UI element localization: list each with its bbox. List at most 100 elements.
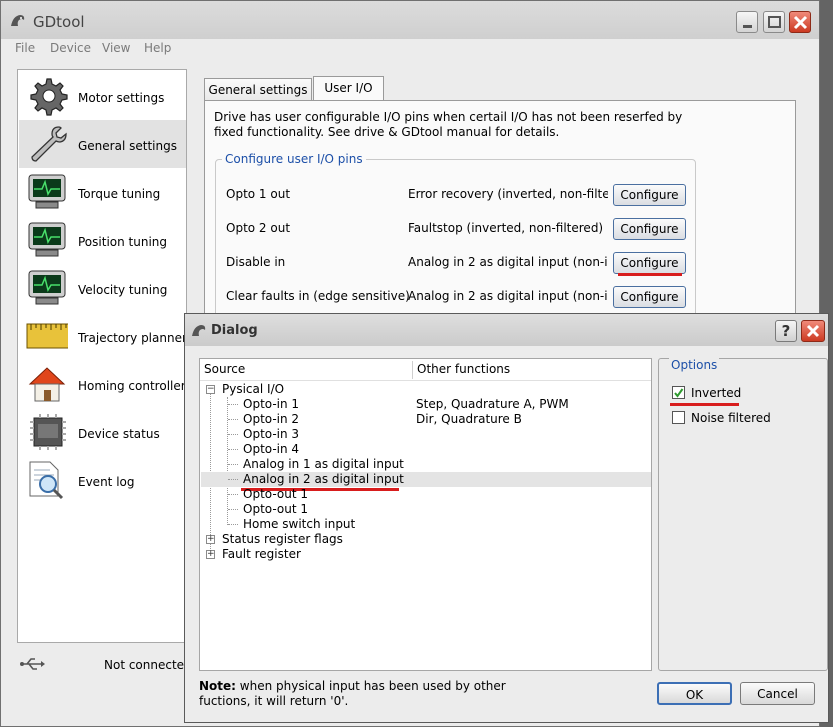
column-source[interactable]: Source bbox=[204, 362, 245, 376]
title-bar: GDtool bbox=[1, 1, 819, 39]
sidebar-item-label: Motor settings bbox=[78, 91, 165, 105]
sidebar-item-label: Event log bbox=[78, 475, 135, 489]
inverted-label[interactable]: Inverted bbox=[691, 386, 741, 400]
usb-icon bbox=[20, 658, 45, 670]
tree-node-opto-in-2[interactable]: Opto-in 2 bbox=[243, 412, 299, 427]
maximize-icon bbox=[768, 16, 781, 28]
tree-node-analog-in-2[interactable]: Analog in 2 as digital input bbox=[243, 472, 404, 487]
tree-line bbox=[228, 449, 238, 450]
app-title: GDtool bbox=[33, 13, 85, 31]
tree-node-fault-register[interactable]: Fault register bbox=[222, 547, 301, 562]
io-row-name: Opto 2 out bbox=[226, 221, 291, 235]
sidebar-item-general-settings[interactable]: General settings bbox=[19, 120, 186, 168]
user-io-panel: Drive has user configurable I/O pins whe… bbox=[204, 100, 796, 339]
sidebar-item-device-status[interactable]: Device status bbox=[19, 408, 186, 456]
inverted-checkbox[interactable] bbox=[672, 386, 685, 399]
cancel-button[interactable]: Cancel bbox=[740, 682, 815, 705]
configure-disable-button[interactable]: Configure bbox=[613, 252, 686, 274]
expand-icon[interactable]: + bbox=[206, 535, 215, 544]
sidebar-item-trajectory-planner[interactable]: Trajectory planner bbox=[19, 312, 187, 360]
tree-node-physical-io[interactable]: Pysical I/O bbox=[222, 382, 284, 397]
tree-line bbox=[228, 494, 238, 495]
close-icon bbox=[793, 15, 808, 30]
highlight-underline bbox=[618, 273, 682, 276]
expand-icon[interactable]: + bbox=[206, 550, 215, 559]
tree-line bbox=[227, 397, 228, 525]
menu-device[interactable]: Device bbox=[50, 41, 91, 55]
sidebar-item-label: Device status bbox=[78, 427, 160, 441]
tree-node-opto-in-3[interactable]: Opto-in 3 bbox=[243, 427, 299, 442]
options-title: Options bbox=[669, 358, 720, 372]
tree-node-home-switch[interactable]: Home switch input bbox=[243, 517, 355, 532]
io-pin-group: Configure user I/O pins Opto 1 out Error… bbox=[215, 152, 696, 339]
tree-node-opto-out-1b[interactable]: Opto-out 1 bbox=[243, 502, 308, 517]
configure-dialog: Dialog ? Source Other functions − Pysica… bbox=[184, 313, 829, 723]
help-button[interactable]: ? bbox=[775, 320, 797, 342]
tab-general-settings[interactable]: General settings bbox=[204, 78, 312, 102]
column-separator bbox=[412, 361, 413, 379]
source-tree[interactable]: Source Other functions − Pysical I/O Opt… bbox=[199, 358, 652, 671]
tree-node-status-register[interactable]: Status register flags bbox=[222, 532, 343, 547]
sidebar-item-torque-tuning[interactable]: Torque tuning bbox=[19, 168, 186, 216]
sidebar-item-label: Position tuning bbox=[78, 235, 168, 249]
sidebar: Motor settings General settings Torque t… bbox=[17, 69, 187, 643]
column-other-functions[interactable]: Other functions bbox=[417, 362, 510, 376]
tab-user-io[interactable]: User I/O bbox=[313, 76, 384, 102]
sidebar-item-velocity-tuning[interactable]: Velocity tuning bbox=[19, 264, 186, 312]
sidebar-item-label: General settings bbox=[78, 139, 177, 153]
tree-line bbox=[228, 509, 238, 510]
sidebar-item-position-tuning[interactable]: Position tuning bbox=[19, 216, 186, 264]
tree-line bbox=[228, 419, 238, 420]
tree-node-opto-in-4[interactable]: Opto-in 4 bbox=[243, 442, 299, 457]
noise-filtered-label[interactable]: Noise filtered bbox=[691, 411, 771, 425]
sidebar-item-motor-settings[interactable]: Motor settings bbox=[19, 72, 186, 120]
io-row-name: Opto 1 out bbox=[226, 187, 291, 201]
noise-filtered-checkbox[interactable] bbox=[672, 411, 685, 424]
other-functions-value: Dir, Quadrature B bbox=[416, 412, 522, 426]
app-logo-icon bbox=[192, 325, 206, 336]
tree-line bbox=[228, 434, 238, 435]
minimize-button[interactable] bbox=[736, 11, 758, 33]
io-group-title: Configure user I/O pins bbox=[222, 152, 366, 166]
house-icon bbox=[28, 367, 66, 402]
sidebar-item-label: Velocity tuning bbox=[78, 283, 168, 297]
configure-clear-faults-button[interactable]: Configure bbox=[613, 286, 686, 308]
monitor-icon bbox=[28, 270, 66, 305]
dialog-note: Note: when physical input has been used … bbox=[199, 679, 519, 709]
menu-file[interactable]: File bbox=[15, 41, 35, 55]
minimize-icon bbox=[743, 25, 752, 28]
tree-line bbox=[228, 464, 238, 465]
io-row-function: Error recovery (inverted, non-filtered bbox=[408, 187, 608, 201]
menu-view[interactable]: View bbox=[102, 41, 130, 55]
io-row-function: Analog in 2 as digital input (non-inve bbox=[408, 289, 608, 303]
gear-icon bbox=[30, 78, 68, 116]
maximize-button[interactable] bbox=[763, 11, 785, 33]
io-row-name: Disable in bbox=[226, 255, 286, 269]
tree-line bbox=[228, 479, 238, 480]
tree-node-opto-out-1[interactable]: Opto-out 1 bbox=[243, 487, 308, 502]
configure-opto1-button[interactable]: Configure bbox=[613, 184, 686, 206]
highlight-underline bbox=[670, 403, 739, 406]
monitor-icon bbox=[28, 174, 66, 209]
ruler-icon bbox=[26, 323, 68, 349]
other-functions-value: Step, Quadrature A, PWM bbox=[416, 397, 569, 411]
tree-node-opto-in-1[interactable]: Opto-in 1 bbox=[243, 397, 299, 412]
io-row-function: Faultstop (inverted, non-filtered) bbox=[408, 221, 604, 235]
status-bar: Not connected bbox=[17, 649, 192, 679]
note-label: Note: bbox=[199, 679, 236, 693]
menu-help[interactable]: Help bbox=[144, 41, 171, 55]
dialog-close-button[interactable] bbox=[801, 320, 825, 342]
sidebar-item-label: Homing controller bbox=[78, 379, 186, 393]
configure-opto2-button[interactable]: Configure bbox=[613, 218, 686, 240]
tree-node-analog-in-1[interactable]: Analog in 1 as digital input bbox=[243, 457, 404, 472]
close-button[interactable] bbox=[789, 11, 811, 33]
menu-bar: File Device View Help bbox=[1, 39, 819, 59]
tree-line bbox=[228, 404, 238, 405]
header-divider bbox=[200, 380, 651, 381]
sidebar-item-event-log[interactable]: Event log bbox=[19, 456, 186, 504]
app-logo-icon bbox=[11, 15, 25, 26]
sidebar-item-homing-controller[interactable]: Homing controller bbox=[19, 360, 186, 408]
ok-button[interactable]: OK bbox=[657, 682, 732, 705]
io-row-function: Analog in 2 as digital input (non-inve bbox=[408, 255, 608, 269]
collapse-icon[interactable]: − bbox=[206, 385, 215, 394]
